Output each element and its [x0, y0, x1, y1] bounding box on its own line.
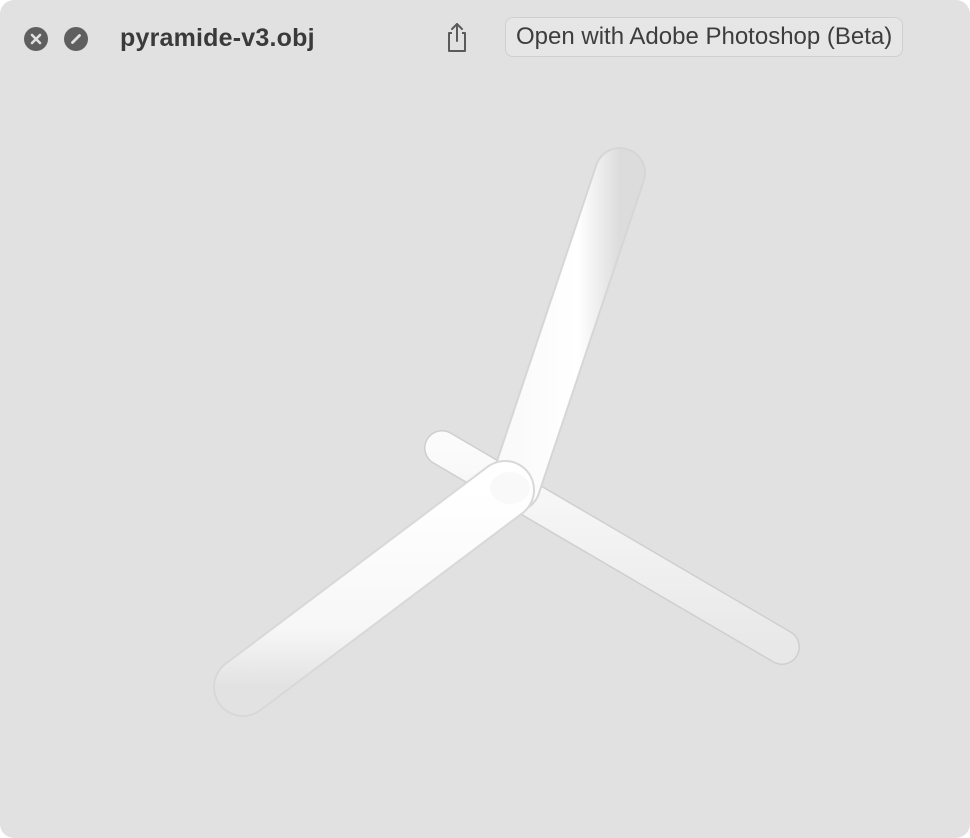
stop-icon[interactable] [64, 27, 88, 51]
title-bar: pyramide-v3.obj Open with Adobe Photosho… [0, 0, 970, 78]
model-strut-left [213, 460, 535, 717]
close-icon[interactable] [24, 27, 48, 51]
open-with-app-button[interactable]: Open with Adobe Photoshop (Beta) [505, 17, 904, 57]
window-title: pyramide-v3.obj [120, 24, 315, 52]
3d-model-viewport[interactable] [0, 78, 970, 838]
quicklook-window: pyramide-v3.obj Open with Adobe Photosho… [0, 0, 970, 838]
model-strut-up [489, 147, 646, 512]
3d-model-render[interactable] [0, 78, 970, 838]
share-icon[interactable] [441, 20, 473, 54]
model-joint [490, 472, 530, 504]
